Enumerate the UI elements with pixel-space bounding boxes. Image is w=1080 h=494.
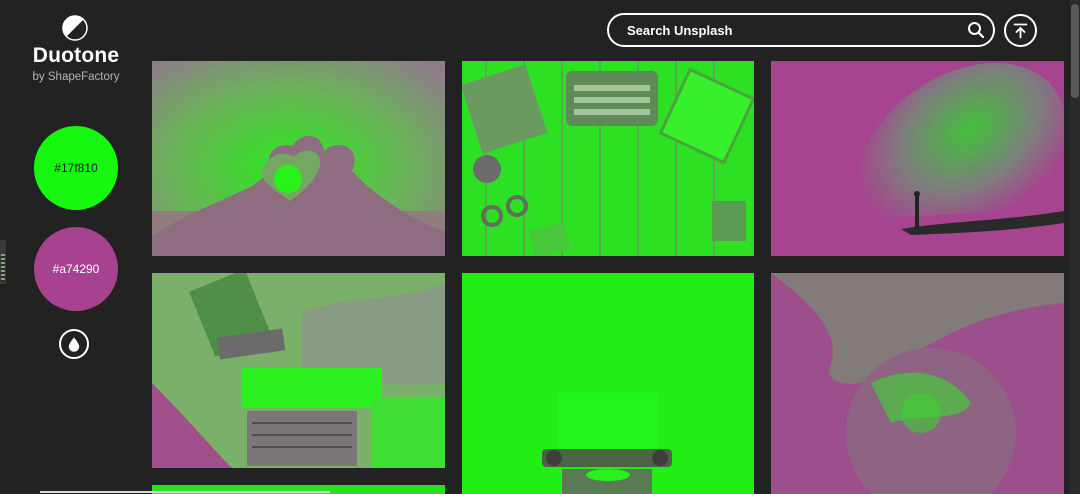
primary-color-swatch[interactable]: #17f810 — [34, 126, 118, 210]
drag-handle[interactable] — [0, 240, 6, 284]
search-icon[interactable] — [967, 21, 985, 39]
droplet-icon — [68, 337, 80, 352]
photo-tile-planet-space[interactable] — [771, 273, 1064, 494]
app-byline[interactable]: by ShapeFactory — [0, 71, 152, 83]
handle-grip — [1, 254, 5, 282]
secondary-color-label: #a74290 — [52, 262, 100, 276]
laptop-writing-photo — [152, 273, 445, 468]
heart-hands-photo — [152, 61, 445, 256]
arrow-up-to-top-icon — [1013, 23, 1028, 38]
sidebar: Duotone by ShapeFactory #17f810 #a74290 — [0, 0, 152, 494]
photo-tile-typewriter-desk[interactable] — [462, 61, 754, 256]
search-box[interactable] — [607, 13, 995, 47]
scrollbar-thumb[interactable] — [1071, 4, 1079, 98]
photo-tile-typewriter-paper[interactable] — [462, 273, 754, 494]
scroll-to-top-button[interactable] — [1004, 14, 1037, 47]
app-title: Duotone — [32, 44, 120, 67]
photo-tile-heart-hands[interactable] — [152, 61, 445, 256]
night-sky-photo — [771, 61, 1064, 256]
half-circle-icon[interactable] — [62, 15, 88, 41]
secondary-color-swatch[interactable]: #a74290 — [34, 227, 118, 311]
duotone-app: Duotone by ShapeFactory #17f810 #a74290 — [0, 0, 1080, 494]
search-input[interactable] — [625, 21, 967, 39]
photo-tile-night-sky[interactable] — [771, 61, 1064, 256]
horizontal-scroll-indicator — [40, 491, 330, 493]
typewriter-desk-photo — [462, 61, 754, 256]
random-colors-button[interactable] — [59, 329, 89, 359]
planet-space-photo — [771, 273, 1064, 494]
vertical-scrollbar[interactable] — [1070, 0, 1080, 494]
typewriter-paper-photo — [462, 273, 754, 494]
photo-tile-laptop-writing[interactable] — [152, 273, 445, 468]
primary-color-label: #17f810 — [54, 161, 98, 175]
